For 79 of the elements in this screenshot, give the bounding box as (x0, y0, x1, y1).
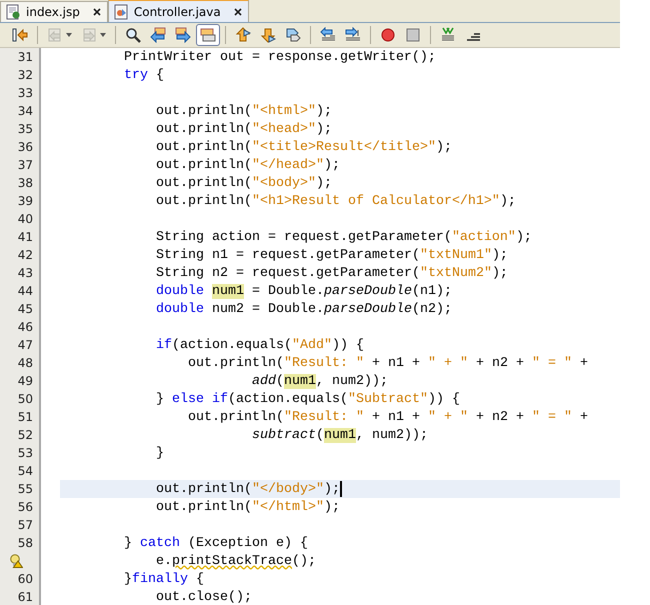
arrow-left-icon (47, 27, 63, 43)
code-line: if(action.equals("Add")) { (156, 338, 364, 352)
arrow-left-icon (150, 27, 166, 43)
code-line: out.println("<body>"); (156, 176, 332, 190)
comment-icon (440, 27, 456, 43)
line-number: 44 (18, 284, 33, 298)
line-number: 33 (18, 86, 33, 100)
code-line: PrintWriter out = response.getWriter(); (124, 50, 436, 64)
code-line: out.println("<head>"); (156, 122, 332, 136)
code-line: }finally { (124, 572, 204, 586)
code-line: try { (124, 68, 164, 82)
indent-left-icon (320, 27, 336, 43)
code-line: String action = request.getParameter("action"); (156, 230, 532, 244)
cursor-arrow-icon (12, 27, 28, 43)
toolbar-button[interactable] (196, 24, 220, 46)
line-number: 41 (18, 230, 33, 244)
line-number: 52 (18, 428, 33, 442)
code-line: String n1 = request.getParameter("txtNum1"); (156, 248, 508, 262)
code-line: out.println("Result: " + n1 + " + " + n2 + " = " + (188, 410, 588, 424)
line-number: 39 (18, 194, 33, 208)
arrow-right-icon (81, 27, 97, 43)
stop-icon (405, 27, 421, 43)
arrow-down-icon (260, 27, 276, 43)
code-line: out.println("</head>"); (156, 158, 340, 172)
line-number: 43 (18, 266, 33, 280)
line-number: 51 (18, 410, 33, 424)
line-number: 58 (18, 536, 33, 550)
editor-tab[interactable]: index.jsp (0, 1, 108, 22)
line-number: 35 (18, 122, 33, 136)
code-line: out.println("<h1>Result of Calculator</h1>"); (156, 194, 516, 208)
arrow-up-icon (235, 27, 251, 43)
code-line: } catch (Exception e) { (124, 536, 308, 550)
editor-tab[interactable]: Controller.java (108, 0, 249, 22)
line-number: 61 (18, 590, 33, 604)
search-icon (125, 27, 141, 43)
line-number: 32 (18, 68, 33, 82)
code-line: out.println("Result: " + n1 + " + " + n2 + " = " + (188, 356, 588, 370)
code-line: e.printStackTrace(); (156, 554, 316, 568)
code-line: out.println("</body>"); (156, 481, 342, 497)
hint-bulb-icon[interactable] (9, 554, 23, 568)
indent-right-icon (345, 27, 361, 43)
line-number: 34 (18, 104, 33, 118)
arrow-right-icon (175, 27, 191, 43)
close-icon[interactable] (92, 8, 101, 16)
close-icon[interactable] (234, 8, 242, 16)
line-number: 60 (18, 572, 33, 586)
code-line: out.close(); (156, 590, 252, 604)
line-number: 50 (18, 392, 33, 406)
line-number: 40 (18, 212, 33, 226)
jsp-file-icon (5, 4, 21, 20)
java-file-icon (112, 4, 129, 20)
bookmark-icon (285, 27, 301, 43)
code-line: add(num1, num2)); (252, 374, 388, 388)
record-icon (380, 27, 396, 43)
code-line: double num2 = Double.parseDouble(n2); (156, 302, 452, 316)
line-number: 46 (18, 320, 33, 334)
line-number: 49 (18, 374, 33, 388)
line-number: 54 (18, 464, 33, 478)
line-number: 42 (18, 248, 33, 262)
line-number: 45 (18, 302, 33, 316)
code-line: } else if(action.equals("Subtract")) { (156, 392, 460, 406)
code-line: out.println("<title>Result</title>"); (156, 140, 452, 154)
line-number: 57 (18, 518, 33, 532)
line-number: 38 (18, 176, 33, 190)
line-number: 37 (18, 158, 33, 172)
line-number: 31 (18, 50, 33, 64)
code-line: String n2 = request.getParameter("txtNum2"); (156, 266, 508, 280)
code-line: } (156, 446, 164, 460)
line-number: 48 (18, 356, 33, 370)
line-number: 53 (18, 446, 33, 460)
line-number: 47 (18, 338, 33, 352)
code-line: out.println("</html>"); (156, 500, 340, 514)
line-number: 55 (18, 482, 33, 496)
code-line: out.println("<html>"); (156, 104, 332, 118)
line-number: 36 (18, 140, 33, 154)
highlight-icon (200, 27, 216, 43)
code-line: double num1 = Double.parseDouble(n1); (156, 284, 452, 298)
code-line: subtract(num1, num2)); (252, 428, 428, 442)
line-number: 56 (18, 500, 33, 514)
